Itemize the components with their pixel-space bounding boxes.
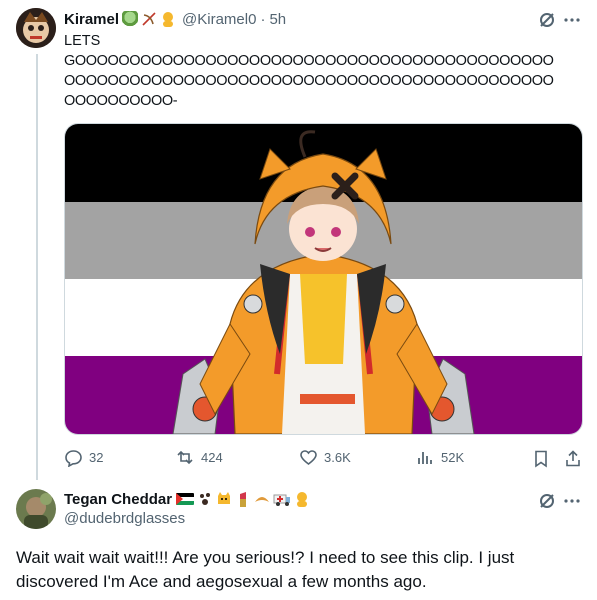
croissant-icon: [254, 491, 270, 507]
like-button[interactable]: 3.6K: [299, 448, 351, 467]
grok-button[interactable]: [536, 491, 558, 511]
name-emojis: [122, 11, 179, 27]
tweet-handle[interactable]: @Kiramel0: [182, 11, 256, 28]
bowl-icon: [122, 11, 139, 27]
reply-text-line: Wait wait wait wait!!! Are you serious!?…: [16, 548, 515, 567]
bow-icon: [141, 11, 157, 27]
reply-author-name[interactable]: Tegan Cheddar: [64, 491, 172, 508]
paws-icon: [197, 491, 213, 507]
bookmark-button[interactable]: [531, 448, 551, 468]
grok-icon: [540, 494, 554, 508]
bookmark-icon: [535, 450, 547, 468]
more-icon: [564, 499, 580, 503]
reply-button[interactable]: 32: [64, 448, 103, 467]
tweet-text-line: OOOOOOOOOO-: [64, 93, 178, 109]
tweet-avatar[interactable]: [16, 8, 56, 48]
views-icon: [418, 452, 432, 464]
views-button[interactable]: 52K: [416, 448, 464, 467]
person-icon: [160, 11, 176, 27]
tweet-text: LETS GOOOOOOOOOOOOOOOOOOOOOOOOOOOOOOOOOO…: [64, 31, 584, 111]
more-icon: [564, 18, 580, 22]
cat-icon: [216, 491, 232, 507]
lipstick-icon: [235, 491, 251, 507]
repost-count: 424: [201, 450, 223, 465]
reply-handle[interactable]: @dudebrdglasses: [64, 510, 185, 527]
reply-header: Tegan Cheddar: [64, 489, 313, 509]
thread-line: [36, 54, 38, 480]
repost-icon: [177, 450, 193, 465]
tweet-text-line: LETS: [64, 33, 101, 49]
grok-button[interactable]: [536, 10, 558, 30]
reply-text-line: discovered I'm Ace and aegosexual a few …: [16, 572, 427, 591]
share-icon: [566, 449, 580, 466]
reply-icon: [65, 450, 82, 467]
more-button[interactable]: [562, 10, 582, 30]
reply-avatar[interactable]: [16, 489, 56, 529]
avatar-image: [16, 489, 56, 529]
tweet-header: Kiramel @Kiramel0 · 5h: [64, 9, 286, 29]
avatar-image: [16, 8, 56, 48]
tweet-separator: ·: [260, 10, 266, 28]
reply-text: Wait wait wait wait!!! Are you serious!?…: [16, 546, 586, 594]
views-count: 52K: [441, 450, 465, 465]
reply-count: 32: [89, 450, 104, 465]
ambulance-icon: [273, 491, 291, 507]
like-count: 3.6K: [324, 450, 351, 465]
name-emojis: [176, 491, 313, 507]
tweet-author-name[interactable]: Kiramel: [64, 11, 119, 28]
repost-button[interactable]: 424: [175, 448, 223, 467]
more-button[interactable]: [562, 491, 582, 511]
tweet-time[interactable]: 5h: [269, 11, 286, 28]
tweet-text-line: GOOOOOOOOOOOOOOOOOOOOOOOOOOOOOOOOOOOOOOO…: [64, 53, 554, 69]
flag-icon: [176, 493, 195, 505]
tweet-text-line: OOOOOOOOOOOOOOOOOOOOOOOOOOOOOOOOOOOOOOOO…: [64, 73, 554, 89]
grok-icon: [540, 13, 554, 27]
share-button[interactable]: [563, 448, 583, 468]
media-image: [65, 124, 582, 434]
tweet-media[interactable]: [64, 123, 583, 435]
person-icon: [294, 491, 310, 507]
heart-icon: [300, 450, 317, 465]
